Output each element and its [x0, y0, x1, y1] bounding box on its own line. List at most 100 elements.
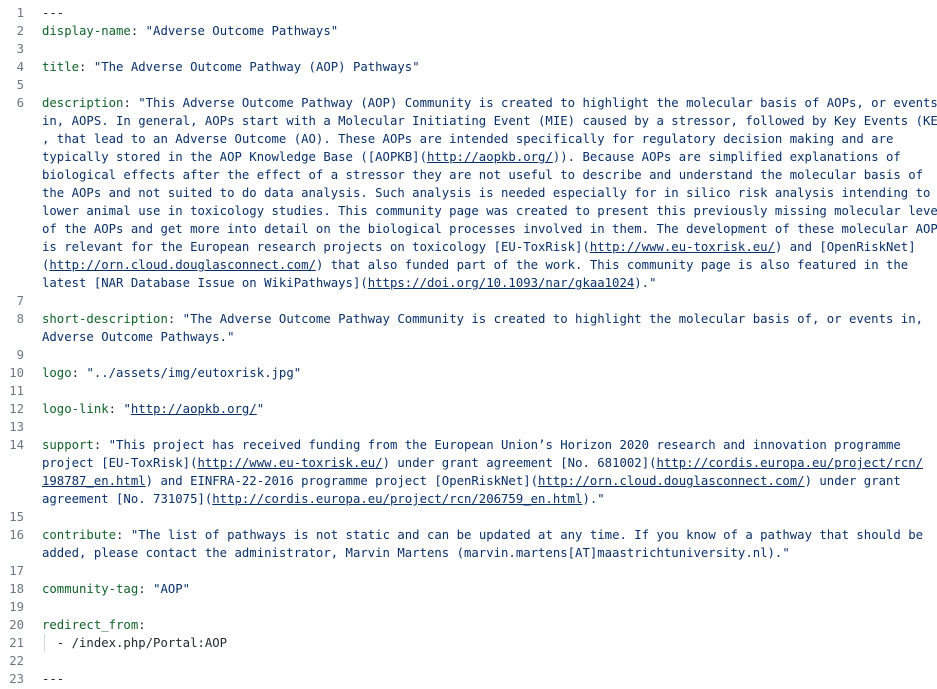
code-line[interactable]: 7: [0, 292, 937, 310]
punctuation: :: [116, 528, 131, 542]
line-content: title: "The Adverse Outcome Pathway (AOP…: [42, 58, 420, 76]
line-content: display-name: "Adverse Outcome Pathways": [42, 22, 338, 40]
indent-guide: [44, 634, 45, 652]
line-content: biological effects after the effect of a…: [42, 166, 923, 184]
string-value: ) and EINFRA-22-2016 programme project […: [145, 474, 539, 488]
code-line[interactable]: , that lead to an Adverse Outcome (AO). …: [0, 130, 937, 148]
code-line[interactable]: lower animal use in toxicology studies. …: [0, 202, 937, 220]
code-line[interactable]: 17: [0, 562, 937, 580]
line-number: 15: [9, 510, 24, 524]
line-content: redirect_from:: [42, 616, 146, 634]
code-line[interactable]: 13: [0, 418, 937, 436]
code-line[interactable]: in, AOPS. In general, AOPs start with a …: [0, 112, 937, 130]
line-number: 9: [16, 348, 24, 362]
string-value: typically stored in the AOP Knowledge Ba…: [42, 150, 427, 164]
code-line[interactable]: 21 - /index.php/Portal:AOP: [0, 634, 937, 652]
code-line[interactable]: 23 ---: [0, 670, 937, 688]
string-value: "The list of pathways is not static and …: [130, 528, 924, 542]
code-line[interactable]: 3: [0, 40, 937, 58]
code-line[interactable]: 4 title: "The Adverse Outcome Pathway (AO…: [0, 58, 937, 76]
yaml-key: short-description: [42, 312, 168, 326]
code-line[interactable]: Adverse Outcome Pathways.": [0, 328, 937, 346]
line-number: 10: [9, 366, 24, 380]
url-link[interactable]: http://orn.cloud.douglasconnect.com/: [538, 474, 805, 488]
yaml-key: community-tag: [42, 582, 139, 596]
string-value: ": [256, 402, 265, 416]
code-line[interactable]: 12 logo-link: "http://aopkb.org/": [0, 400, 937, 418]
string-value: "Adverse Outcome Pathways": [145, 24, 339, 38]
url-link[interactable]: http://aopkb.org/: [131, 402, 257, 416]
line-content: - /index.php/Portal:AOP: [42, 634, 227, 652]
code-line[interactable]: 9: [0, 346, 937, 364]
url-link[interactable]: http://cordis.europa.eu/project/rcn/: [657, 456, 924, 470]
yaml-key: contribute: [42, 528, 117, 542]
yaml-key: logo: [42, 366, 72, 380]
line-number: 8: [16, 312, 24, 326]
url-link[interactable]: http://orn.cloud.douglasconnect.com/: [49, 258, 316, 272]
line-content: is relevant for the European research pr…: [42, 238, 916, 256]
yaml-key: description: [42, 96, 124, 110]
line-content: ---: [42, 4, 64, 22]
string-value: is relevant for the European research pr…: [42, 240, 590, 254]
url-link[interactable]: https://doi.org/10.1093/nar/gkaa1024: [368, 276, 635, 290]
line-number: 1: [16, 6, 24, 20]
punctuation: :: [79, 60, 94, 74]
code-line[interactable]: 10 logo: "../assets/img/eutoxrisk.jpg": [0, 364, 937, 382]
code-line[interactable]: the AOPs and not suited to do data analy…: [0, 184, 937, 202]
url-link[interactable]: http://cordis.europa.eu/project/rcn/2067…: [212, 492, 582, 506]
code-line[interactable]: project [EU-ToxRisk](http://www.eu-toxri…: [0, 454, 937, 472]
code-line[interactable]: 11: [0, 382, 937, 400]
yaml-key: logo-link: [42, 402, 109, 416]
yaml-key: redirect_from: [42, 618, 139, 632]
punctuation: - /index.php/Portal:AOP: [42, 636, 228, 650]
code-line[interactable]: 8 short-description: "The Adverse Outcome…: [0, 310, 937, 328]
line-number: 20: [9, 618, 24, 632]
code-line[interactable]: typically stored in the AOP Knowledge Ba…: [0, 148, 937, 166]
string-value: "This Adverse Outcome Pathway (AOP) Comm…: [138, 96, 937, 110]
code-line[interactable]: biological effects after the effect of a…: [0, 166, 937, 184]
punctuation: :: [71, 366, 87, 380]
url-link[interactable]: http://aopkb.org/: [427, 150, 553, 164]
line-number: 3: [16, 42, 24, 56]
line-number: 7: [16, 294, 24, 308]
code-line[interactable]: of the AOPs and get more into detail on …: [0, 220, 937, 238]
code-line[interactable]: (http://orn.cloud.douglasconnect.com/) t…: [0, 256, 937, 274]
punctuation: ---: [42, 6, 65, 20]
yaml-key: support: [42, 438, 94, 452]
code-editor[interactable]: 1 --- 2 display-name: "Adverse Outcome Path…: [0, 0, 937, 689]
line-content: (http://orn.cloud.douglasconnect.com/) t…: [42, 256, 908, 274]
code-line[interactable]: 6 description: "This Adverse Outcome Path…: [0, 94, 937, 112]
url-link[interactable]: http://www.eu-toxrisk.eu/: [590, 240, 775, 254]
line-content: , that lead to an Adverse Outcome (AO). …: [42, 130, 893, 148]
code-line[interactable]: 198787_en.html) and EINFRA-22-2016 progr…: [0, 472, 937, 490]
code-line[interactable]: 20 redirect_from:: [0, 616, 937, 634]
code-line[interactable]: 2 display-name: "Adverse Outcome Pathways…: [0, 22, 937, 40]
string-value: , that lead to an Adverse Outcome (AO). …: [42, 132, 894, 146]
line-content: project [EU-ToxRisk](http://www.eu-toxri…: [42, 454, 923, 472]
code-line[interactable]: 16 contribute: "The list of pathways is n…: [0, 526, 937, 544]
code-line[interactable]: 19: [0, 598, 937, 616]
code-line[interactable]: 14 support: "This project has received fu…: [0, 436, 937, 454]
code-line[interactable]: 18 community-tag: "AOP": [0, 580, 937, 598]
code-line[interactable]: added, please contact the administrator,…: [0, 544, 937, 562]
punctuation: :: [108, 402, 124, 416]
string-value: ) under grant agreement [No. 681002](: [382, 456, 657, 470]
line-number: 12: [9, 402, 24, 416]
url-link[interactable]: 198787_en.html: [42, 474, 146, 488]
code-line[interactable]: is relevant for the European research pr…: [0, 238, 937, 256]
code-line[interactable]: 1 ---: [0, 4, 937, 22]
code-line[interactable]: agreement [No. 731075](http://cordis.eur…: [0, 490, 937, 508]
line-number: 13: [9, 420, 24, 434]
string-value: ) that also funded part of the work. Thi…: [315, 258, 909, 272]
line-number: 4: [16, 60, 24, 74]
code-line[interactable]: 5: [0, 76, 937, 94]
url-link[interactable]: http://www.eu-toxrisk.eu/: [197, 456, 382, 470]
code-line[interactable]: 22: [0, 652, 937, 670]
code-line[interactable]: latest [NAR Database Issue on WikiPathwa…: [0, 274, 937, 292]
string-value: added, please contact the administrator,…: [42, 546, 790, 560]
punctuation: :: [138, 618, 146, 632]
line-number: 5: [16, 78, 24, 92]
line-content: logo: "../assets/img/eutoxrisk.jpg": [42, 364, 301, 382]
punctuation: :: [167, 312, 183, 326]
code-line[interactable]: 15: [0, 508, 937, 526]
